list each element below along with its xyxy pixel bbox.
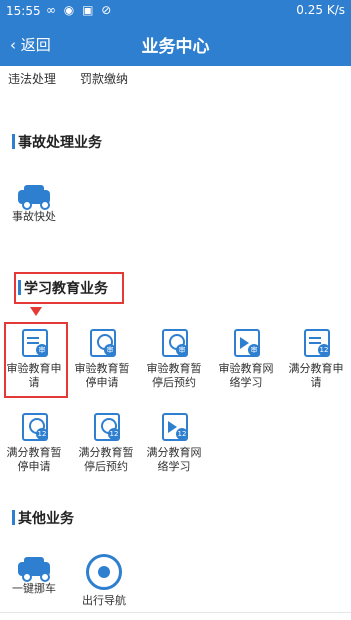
page-title: 业务中心 (141, 37, 210, 57)
travel-navigation[interactable]: 出行导航 (72, 554, 136, 608)
badge-icon: 12 (318, 344, 330, 356)
app-header: 15:55 ∞ ◉ ▣ ⊘ 0.25 K/s ‹ 返回 业务中心 (0, 0, 351, 66)
pause-document-icon: 12 (18, 410, 50, 442)
violation-handling-link[interactable]: 违法处理 (8, 70, 56, 87)
doc-line (309, 342, 321, 344)
document-icon: 审 (18, 326, 50, 358)
car-wheel (40, 572, 50, 582)
doc-line (309, 337, 321, 339)
review-education-online-study-label: 审验教育网络学习 (218, 362, 274, 389)
accident-quick-handling[interactable]: 事故快处 (2, 184, 66, 224)
accident-icon (18, 184, 50, 210)
badge-icon: 审 (104, 344, 116, 356)
move-car-icon (18, 556, 50, 582)
badge-icon: 12 (176, 428, 188, 440)
badge-icon: 12 (36, 428, 48, 440)
review-education-pause-reserve[interactable]: 审 审验教育暂停后预约 (142, 326, 206, 390)
status-network-speed: 0.25 K/s (296, 3, 345, 17)
clock-document-icon: 12 (90, 410, 122, 442)
status-icons: ∞ ◉ ▣ ⊘ (46, 3, 114, 17)
status-bar: 15:55 ∞ ◉ ▣ ⊘ 0.25 K/s (0, 0, 351, 24)
pause-document-icon: 审 (86, 326, 118, 358)
full-score-education-pause-apply-label: 满分教育暂停申请 (6, 446, 62, 473)
review-education-pause-apply-label: 审验教育暂停申请 (74, 362, 130, 389)
car-wheel (22, 200, 32, 210)
review-education-pause-apply[interactable]: 审 审验教育暂停申请 (70, 326, 134, 390)
full-score-education-online-study[interactable]: 12 满分教育网络学习 (142, 410, 206, 474)
doc-line (27, 342, 39, 344)
travel-navigation-label: 出行导航 (82, 594, 126, 607)
car-wheel (22, 572, 32, 582)
top-links-row: 违法处理 罚款缴纳 (0, 66, 351, 92)
steering-wheel-icon (86, 554, 122, 590)
other-section-title: 其他业务 (12, 508, 74, 528)
video-document-icon: 审 (230, 326, 262, 358)
full-score-education-online-study-label: 满分教育网络学习 (146, 446, 202, 473)
arrow-down-icon (30, 307, 42, 316)
full-score-education-pause-apply[interactable]: 12 满分教育暂停申请 (2, 410, 66, 474)
education-section-title: 学习教育业务 (18, 278, 108, 298)
accident-quick-handling-label: 事故快处 (12, 210, 56, 223)
badge-icon: 12 (108, 428, 120, 440)
badge-icon: 审 (36, 344, 48, 356)
full-score-education-pause-reserve[interactable]: 12 满分教育暂停后预约 (74, 410, 138, 474)
full-score-education-apply-label: 满分教育申请 (288, 362, 344, 389)
full-score-education-pause-reserve-label: 满分教育暂停后预约 (78, 446, 134, 473)
car-wheel (40, 200, 50, 210)
review-education-online-study[interactable]: 审 审验教育网络学习 (214, 326, 278, 390)
full-score-education-apply[interactable]: 12 满分教育申请 (284, 326, 348, 390)
doc-line (27, 337, 39, 339)
document-icon: 12 (300, 326, 332, 358)
one-click-move-car-label: 一键挪车 (12, 582, 56, 595)
accident-section-title: 事故处理业务 (12, 132, 102, 152)
status-time: 15:55 (6, 4, 41, 18)
review-education-pause-reserve-label: 审验教育暂停后预约 (146, 362, 202, 389)
nav-bar: ‹ 返回 业务中心 (0, 28, 351, 60)
badge-icon: 审 (248, 344, 260, 356)
badge-icon: 审 (176, 344, 188, 356)
review-education-apply-label: 审验教育申请 (6, 362, 62, 389)
wheel-center (98, 566, 110, 578)
one-click-move-car[interactable]: 一键挪车 (2, 556, 66, 596)
clock-document-icon: 审 (158, 326, 190, 358)
video-document-icon: 12 (158, 410, 190, 442)
review-education-apply[interactable]: 审 审验教育申请 (2, 326, 66, 390)
bottom-divider (0, 612, 351, 613)
fine-payment-link[interactable]: 罚款缴纳 (80, 70, 128, 87)
